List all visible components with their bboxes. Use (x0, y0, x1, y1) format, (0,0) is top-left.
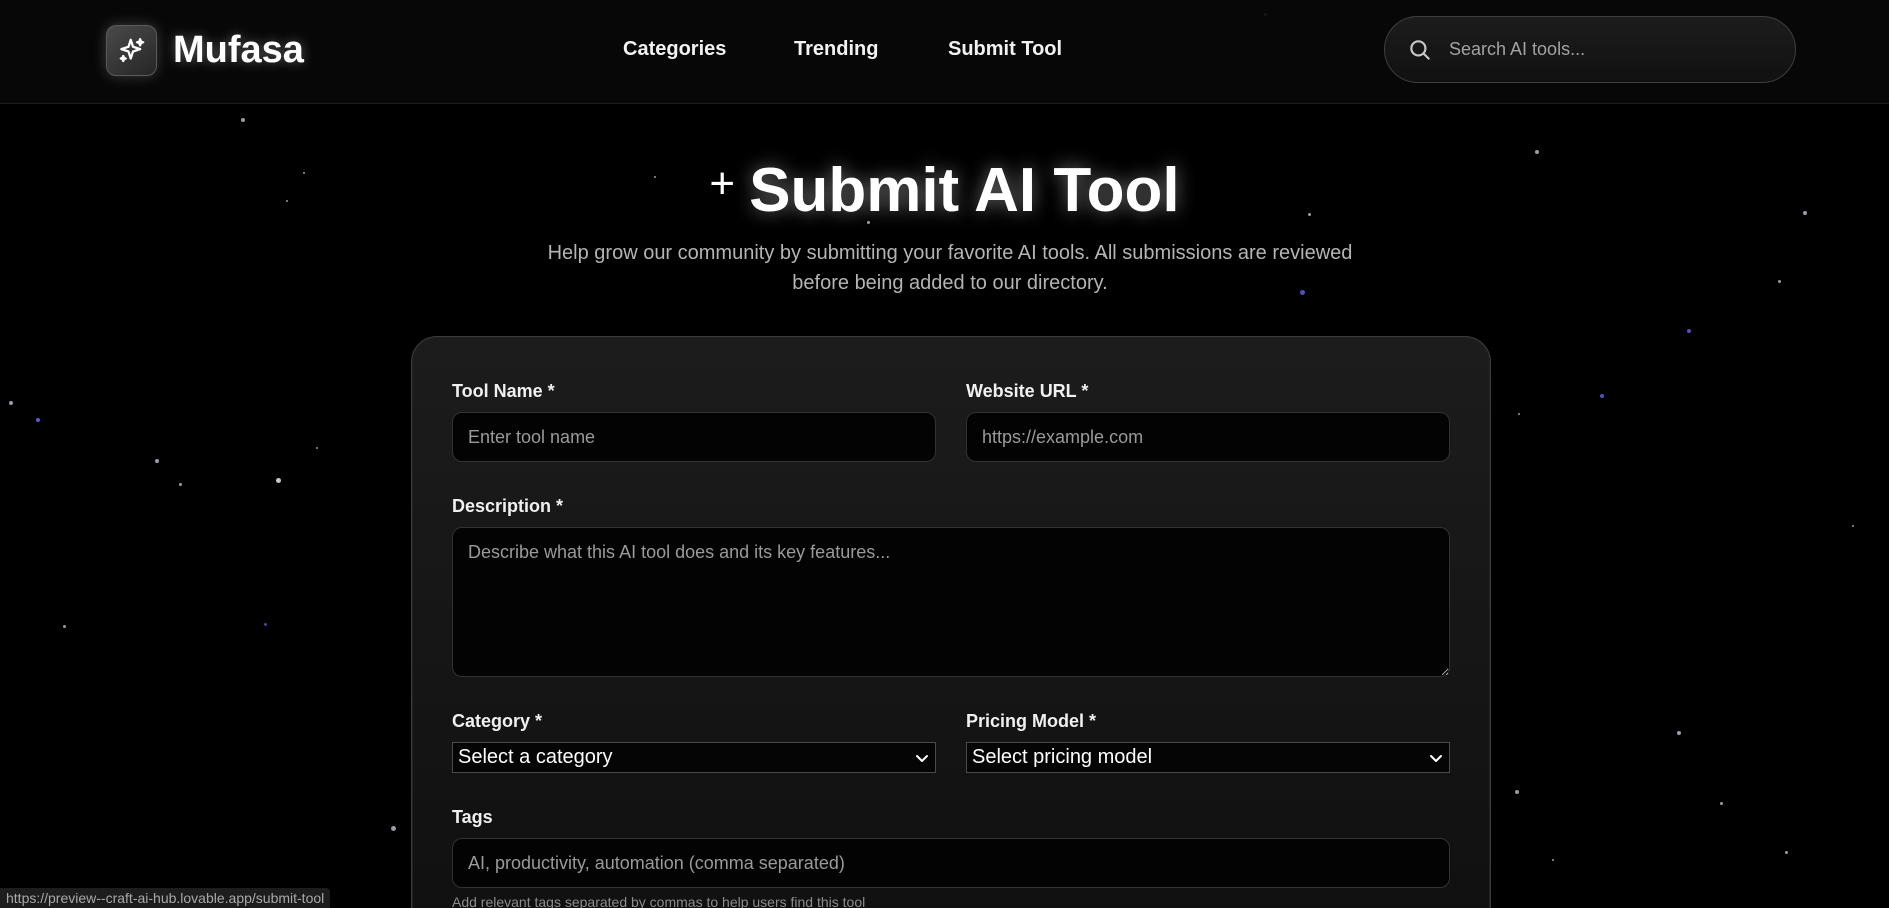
chevron-down-icon (1428, 750, 1444, 766)
category-select[interactable]: Select a category (452, 742, 936, 773)
category-label: Category * (452, 711, 543, 731)
search-bar[interactable] (1384, 16, 1796, 83)
nav-item-submit-tool[interactable]: Submit Tool (948, 38, 1062, 61)
page-subtitle: Help grow our community by submitting yo… (547, 242, 1353, 294)
top-navigation-bar: Mufasa Categories Trending Submit Tool (0, 0, 1889, 104)
plus-icon: + (709, 158, 736, 208)
description-label: Description * (452, 496, 564, 516)
nav-item-trending[interactable]: Trending (794, 38, 878, 61)
browser-status-bar: https://preview--craft-ai-hub.lovable.ap… (0, 888, 331, 908)
search-input[interactable] (1449, 39, 1769, 60)
category-select-value: Select a category (458, 746, 613, 768)
pricing-model-select[interactable]: Select pricing model (966, 742, 1450, 773)
tags-helper-text: Add relevant tags separated by commas to… (452, 894, 866, 908)
tags-label: Tags (452, 807, 493, 827)
chevron-down-icon (914, 750, 930, 766)
tool-name-label: Tool Name * (452, 381, 555, 401)
page-title: + Submit AI Tool (0, 155, 1889, 226)
website-url-input[interactable] (966, 412, 1450, 462)
search-icon (1407, 37, 1433, 63)
nav-item-categories[interactable]: Categories (623, 38, 726, 61)
website-url-label: Website URL * (966, 381, 1089, 401)
pricing-model-label: Pricing Model * (966, 711, 1097, 731)
submit-tool-form: Tool Name * Website URL * Description * … (411, 336, 1491, 908)
pricing-model-select-value: Select pricing model (972, 746, 1153, 768)
tags-input[interactable] (452, 838, 1450, 888)
description-textarea[interactable] (452, 527, 1450, 677)
tool-name-input[interactable] (452, 412, 936, 462)
page-title-text: Submit AI Tool (749, 156, 1180, 225)
